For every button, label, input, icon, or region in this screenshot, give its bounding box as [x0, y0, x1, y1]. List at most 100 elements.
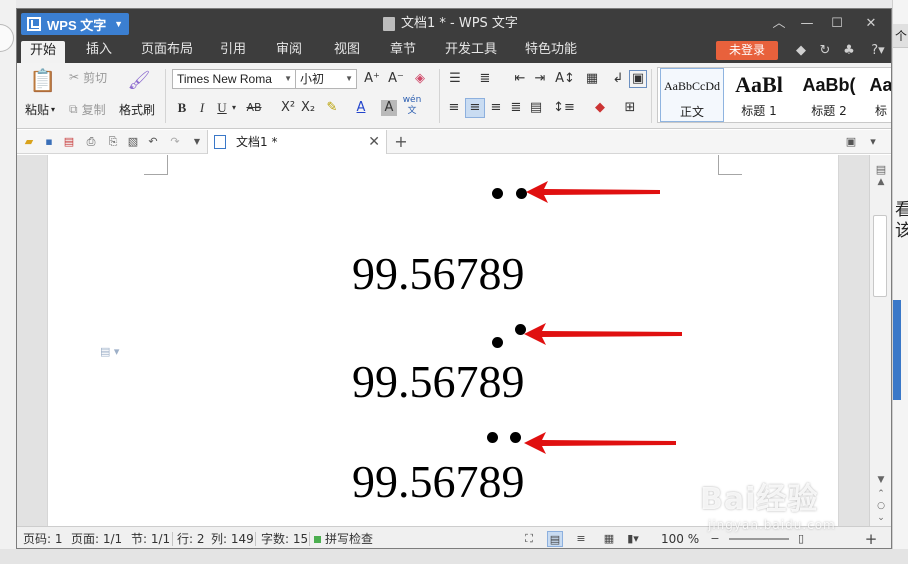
- status-row[interactable]: 行: 2: [177, 527, 205, 548]
- minimize-button[interactable]: —: [793, 9, 821, 39]
- zoom-in-icon[interactable]: +: [863, 531, 879, 547]
- highlight-icon[interactable]: ✎: [323, 99, 341, 117]
- web-view-icon[interactable]: ▦: [601, 531, 617, 547]
- shading-icon[interactable]: ◆: [589, 99, 611, 117]
- zoom-slider[interactable]: [729, 538, 789, 540]
- customize-quick-access-icon[interactable]: ▼: [189, 134, 205, 150]
- cut-button[interactable]: ✂ 剪切: [69, 69, 107, 85]
- tab-insert[interactable]: 插入: [77, 39, 121, 63]
- superscript-button[interactable]: X²: [279, 99, 297, 117]
- spell-check-toggle[interactable]: 拼写检查: [314, 527, 373, 548]
- font-name-select[interactable]: Times New Roma ▼: [172, 69, 296, 89]
- char-shading-button[interactable]: A: [381, 100, 397, 116]
- print-icon[interactable]: ⎙: [83, 134, 99, 150]
- collapse-ribbon-icon[interactable]: ︿: [765, 9, 793, 39]
- tab-references[interactable]: 引用: [213, 39, 253, 63]
- redo-icon[interactable]: ↷: [167, 134, 183, 150]
- skin-icon[interactable]: ◆: [793, 43, 809, 59]
- status-column[interactable]: 列: 149: [211, 527, 254, 548]
- subscript-button[interactable]: X₂: [299, 99, 317, 117]
- tab-view[interactable]: 视图: [327, 39, 367, 63]
- maximize-button[interactable]: ☐: [823, 9, 851, 39]
- new-tab-icon[interactable]: +: [393, 134, 409, 150]
- tab-chapter[interactable]: 章节: [383, 39, 423, 63]
- paragraph-layout-icon[interactable]: ▤ ▾: [100, 345, 119, 358]
- tab-developer[interactable]: 开发工具: [441, 39, 501, 63]
- clear-format-icon[interactable]: ◈: [411, 70, 429, 88]
- full-screen-icon[interactable]: ⛶: [521, 531, 537, 547]
- tab-special-features[interactable]: 特色功能: [521, 39, 581, 63]
- style-heading-3[interactable]: Aa 标: [866, 68, 891, 122]
- document-tab[interactable]: 文档1 * ✕: [207, 130, 387, 154]
- borders-icon[interactable]: ⊞: [619, 99, 641, 117]
- vertical-scrollbar[interactable]: ▤ ▲ ▼ ⌃ ○ ⌄: [869, 155, 891, 526]
- align-center-icon[interactable]: ≡: [465, 98, 485, 118]
- style-normal[interactable]: AaBbCcDd 正文: [660, 68, 724, 122]
- paste-icon[interactable]: 📋: [29, 69, 56, 95]
- sync-icon[interactable]: ↻: [817, 43, 833, 59]
- restore-panel-icon[interactable]: ▣: [843, 134, 859, 150]
- numbered-list-icon[interactable]: ≣: [475, 70, 495, 88]
- scroll-up-icon[interactable]: ▲: [874, 177, 888, 187]
- copy-button[interactable]: ⧉ 复制: [69, 101, 106, 117]
- justify-icon[interactable]: ≣: [507, 99, 525, 117]
- side-panel-tab[interactable]: 个: [893, 24, 908, 48]
- save-icon[interactable]: ▪: [41, 134, 57, 150]
- undo-icon[interactable]: ↶: [145, 134, 161, 150]
- tab-home[interactable]: 开始: [21, 41, 65, 63]
- table-icon[interactable]: ▦: [583, 70, 601, 88]
- help-icon[interactable]: ?▾: [865, 43, 891, 59]
- font-size-select[interactable]: 小初 ▼: [295, 69, 357, 89]
- increase-indent-icon[interactable]: ⇥: [531, 70, 549, 88]
- bold-button[interactable]: B: [175, 99, 189, 117]
- format-painter-icon[interactable]: 🖌: [127, 69, 151, 93]
- outline-view-icon[interactable]: ≡: [573, 531, 589, 547]
- distributed-icon[interactable]: ▤: [527, 99, 545, 117]
- paragraph-mark-icon[interactable]: ↲: [609, 70, 627, 88]
- scroll-down-icon[interactable]: ▼: [874, 475, 888, 485]
- open-folder-icon[interactable]: ▰: [21, 134, 37, 150]
- browse-object-icon[interactable]: ○: [874, 501, 888, 511]
- wps-app-menu-button[interactable]: WPS 文字 ▼: [21, 13, 129, 35]
- status-section[interactable]: 节: 1/1: [131, 527, 170, 548]
- strikethrough-button[interactable]: AB: [243, 99, 265, 117]
- decrease-indent-icon[interactable]: ⇤: [511, 70, 529, 88]
- status-page[interactable]: 页码: 1: [23, 527, 63, 548]
- tab-page-layout[interactable]: 页面布局: [135, 39, 199, 63]
- previous-page-icon[interactable]: ⌃: [874, 489, 888, 499]
- close-button[interactable]: ✕: [857, 9, 885, 39]
- export-pdf-icon[interactable]: ▤: [61, 134, 77, 150]
- underline-button[interactable]: U: [215, 99, 229, 117]
- print-preview-icon[interactable]: ⎘: [105, 134, 121, 150]
- next-page-icon[interactable]: ⌄: [874, 513, 888, 523]
- login-button[interactable]: 未登录: [716, 41, 778, 60]
- grow-font-icon[interactable]: A⁺: [363, 70, 381, 88]
- zoom-handle-icon[interactable]: ▯: [793, 531, 809, 547]
- close-icon[interactable]: ✕: [368, 130, 380, 154]
- document-page[interactable]: ▤ ▾ 99.56789 99.56789 99.56789: [47, 155, 839, 526]
- tab-review[interactable]: 审阅: [269, 39, 309, 63]
- format-painter-button[interactable]: 格式刷: [119, 101, 155, 117]
- spell-check-icon[interactable]: ▧: [125, 134, 141, 150]
- split-view-icon[interactable]: ▤: [874, 163, 888, 176]
- text-direction-icon[interactable]: A↕: [555, 70, 575, 88]
- status-pages[interactable]: 页面: 1/1: [71, 527, 122, 548]
- menu-toggle-icon[interactable]: ▾: [865, 134, 881, 150]
- align-right-icon[interactable]: ≡: [487, 99, 505, 117]
- shirt-icon[interactable]: ♣: [841, 43, 857, 59]
- reading-view-icon[interactable]: ▮▾: [625, 531, 641, 547]
- phonetic-guide-button[interactable]: wén文: [401, 95, 423, 117]
- paste-button[interactable]: 粘贴 ▾: [25, 101, 55, 117]
- zoom-out-icon[interactable]: −: [707, 531, 723, 547]
- style-heading-1[interactable]: AaBl 标题 1: [726, 68, 792, 122]
- line-spacing-icon[interactable]: ↕≡: [553, 99, 575, 117]
- page-view-icon[interactable]: ▤: [547, 531, 563, 547]
- shrink-font-icon[interactable]: A⁻: [387, 70, 405, 88]
- bullet-list-icon[interactable]: ☰: [445, 70, 465, 88]
- zoom-level[interactable]: 100 %: [661, 527, 699, 548]
- font-color-button[interactable]: A: [353, 99, 369, 117]
- align-left-icon[interactable]: ≡: [445, 99, 463, 117]
- style-heading-2[interactable]: AaBb( 标题 2: [794, 68, 864, 122]
- show-hide-icon[interactable]: ▣: [629, 70, 647, 88]
- scrollbar-thumb[interactable]: [873, 215, 887, 297]
